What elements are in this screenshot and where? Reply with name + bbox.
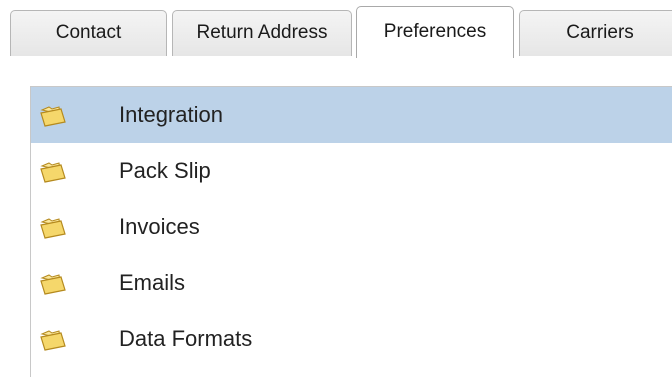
- tab-contact[interactable]: Contact: [10, 10, 167, 56]
- list-item-label: Integration: [119, 102, 223, 127]
- folder-icon: [40, 274, 66, 295]
- folder-icon: [40, 330, 66, 351]
- tab-return-address[interactable]: Return Address: [172, 10, 352, 56]
- list-item-integration[interactable]: Integration: [31, 87, 672, 143]
- list-item-label: Invoices: [119, 214, 200, 239]
- tab-preferences[interactable]: Preferences: [356, 6, 514, 58]
- tab-carriers[interactable]: Carriers: [519, 10, 672, 56]
- list-item-data-formats[interactable]: Data Formats: [31, 311, 672, 367]
- list-item-pack-slip[interactable]: Pack Slip: [31, 143, 672, 199]
- folder-icon: [40, 162, 66, 183]
- folder-icon: [40, 106, 66, 127]
- folder-icon: [40, 218, 66, 239]
- preferences-tree-list: Integration Pack Slip Invoices Emails Da…: [30, 86, 672, 377]
- tab-bar: Contact Return Address Preferences Carri…: [0, 0, 672, 58]
- list-item-label: Emails: [119, 270, 186, 295]
- list-item-emails[interactable]: Emails: [31, 255, 672, 311]
- list-item-label: Pack Slip: [119, 158, 211, 183]
- list-item-invoices[interactable]: Invoices: [31, 199, 672, 255]
- list-item-label: Data Formats: [119, 326, 253, 351]
